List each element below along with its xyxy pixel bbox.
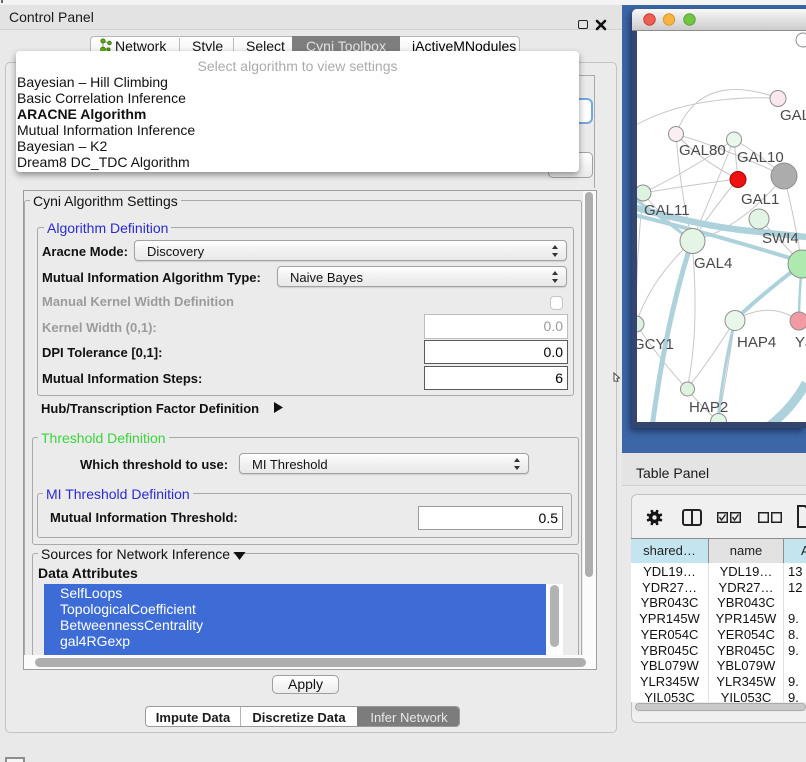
svg-text:GAL4: GAL4: [694, 255, 732, 272]
svg-text:GAL80: GAL80: [679, 142, 726, 159]
svg-text:GAL10: GAL10: [737, 149, 784, 166]
svg-text:GAL11: GAL11: [644, 202, 690, 219]
svg-text:SWI4: SWI4: [762, 230, 799, 247]
svg-text:GAL1: GAL1: [741, 191, 779, 208]
svg-text:YJ: YJ: [795, 334, 806, 351]
svg-text:GCY1: GCY1: [637, 336, 674, 353]
svg-text:GAL7: GAL7: [780, 107, 806, 124]
svg-text:HAP4: HAP4: [737, 334, 776, 351]
svg-text:HAP2: HAP2: [689, 399, 728, 416]
